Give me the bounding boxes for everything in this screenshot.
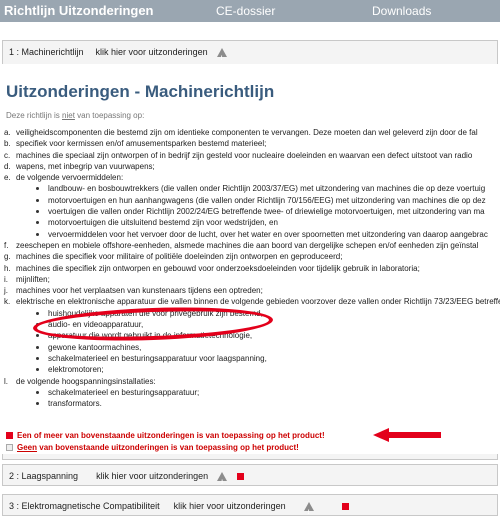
status-square-icon bbox=[341, 502, 349, 510]
list-item: e. de volgende vervoermiddelen: bbox=[4, 173, 124, 183]
top-nav: Richtlijn Uitzonderingen CE-dossier Down… bbox=[0, 0, 500, 22]
option-no-exception[interactable]: Geen van bovenstaande uitzonderingen is … bbox=[6, 443, 299, 452]
sub-item: transformators. bbox=[4, 398, 500, 409]
sub-item: motorvoertuigen en hun aanhangwagens (di… bbox=[4, 195, 500, 206]
list-item: d. wapens, met inbegrip van vuurwapens; bbox=[4, 161, 155, 171]
sub-item: elektromotoren; bbox=[4, 364, 500, 375]
exceptions-list: a. veiligheidscomponenten die bestemd zij… bbox=[4, 127, 500, 409]
nav-tab-downloads[interactable]: Downloads bbox=[372, 0, 431, 22]
list-item: a. veiligheidscomponenten die bestemd zij… bbox=[4, 128, 478, 137]
exceptions-link[interactable]: klik hier voor uitzonderingen bbox=[96, 41, 208, 63]
intro-text: Deze richtlijn is niet van toepassing op… bbox=[6, 111, 144, 120]
sub-item: motorvoertuigen die uitsluitend bestemd … bbox=[4, 217, 500, 228]
list-item: k. elektrische en elektronische apparatuu… bbox=[4, 297, 500, 307]
sub-item: schakelmaterieel en besturingsapparatuur… bbox=[4, 387, 500, 398]
list-item: j. machines voor het verplaatsen van kuns… bbox=[4, 286, 263, 296]
list-item: g. machines die specifiek voor militaire … bbox=[4, 252, 343, 262]
option-no-geen: Geen bbox=[17, 443, 38, 452]
list-item: i. mijnliften; bbox=[4, 274, 50, 284]
option-yes-label: Een of meer van bovenstaande uitzonderin… bbox=[17, 431, 325, 440]
page-title: Uitzonderingen - Machinerichtlijn bbox=[6, 82, 275, 101]
sub-item: schakelmaterieel en besturingsapparatuur… bbox=[4, 353, 500, 364]
section-title: 3 : Elektromagnetische Compatibiliteit bbox=[9, 501, 160, 511]
list-item: b. specifiek voor kermissen en/of amuseme… bbox=[4, 139, 267, 149]
sub-item: landbouw- en bosbouwtrekkers (die vallen… bbox=[4, 183, 500, 194]
exceptions-link[interactable]: klik hier voor uitzonderingen bbox=[174, 495, 286, 517]
intro-pre: Deze richtlijn is bbox=[6, 111, 63, 120]
section-title: 2 : Laagspanning bbox=[9, 471, 79, 481]
nav-tab-richtlijn-uitzonderingen[interactable]: Richtlijn Uitzonderingen bbox=[4, 0, 154, 22]
warning-icon bbox=[217, 471, 228, 494]
exceptions-link[interactable]: klik hier voor uitzonderingen bbox=[96, 465, 208, 487]
warning-icon bbox=[216, 47, 227, 70]
radio-selected-icon[interactable] bbox=[6, 432, 13, 439]
sub-item: voertuigen die vallen onder Richtlijn 20… bbox=[4, 206, 500, 217]
sub-item: gewone kantoormachines, bbox=[4, 342, 500, 353]
sub-item: vervoermiddelen voor het vervoer door de… bbox=[4, 229, 500, 240]
radio-unselected-icon[interactable] bbox=[6, 444, 13, 451]
red-arrow-icon bbox=[373, 428, 441, 442]
section-header: 2 : Laagspanning klik hier voor uitzonde… bbox=[3, 465, 497, 494]
nav-tab-ce-dossier[interactable]: CE-dossier bbox=[216, 0, 275, 22]
section-emc: 3 : Elektromagnetische Compatibiliteit k… bbox=[2, 494, 498, 524]
section-body: Uitzonderingen - Machinerichtlijn Deze r… bbox=[2, 64, 500, 454]
intro-post: van toepassing op: bbox=[74, 111, 145, 120]
section-header: 3 : Elektromagnetische Compatibiliteit k… bbox=[3, 495, 497, 524]
warning-icon bbox=[303, 501, 314, 524]
option-exception-applies[interactable]: Een of meer van bovenstaande uitzonderin… bbox=[6, 431, 325, 440]
list-item: f. zeeschepen en mobiele offshore-eenhede… bbox=[4, 240, 479, 250]
intro-not: niet bbox=[62, 111, 75, 120]
section-laagspanning: 2 : Laagspanning klik hier voor uitzonde… bbox=[2, 464, 498, 494]
list-item: l. de volgende hoogspanningsinstallaties: bbox=[4, 376, 156, 386]
list-item: h. machines die specifiek zijn ontworpen … bbox=[4, 263, 420, 273]
status-square-icon bbox=[237, 472, 245, 480]
list-item: c. machines die speciaal zijn ontworpen o… bbox=[4, 150, 473, 160]
section-title: 1 : Machinerichtlijn bbox=[9, 47, 84, 57]
option-no-label: van bovenstaande uitzonderingen is van t… bbox=[37, 443, 299, 452]
section-header: 1 : Machinerichtlijn klik hier voor uitz… bbox=[3, 41, 497, 70]
